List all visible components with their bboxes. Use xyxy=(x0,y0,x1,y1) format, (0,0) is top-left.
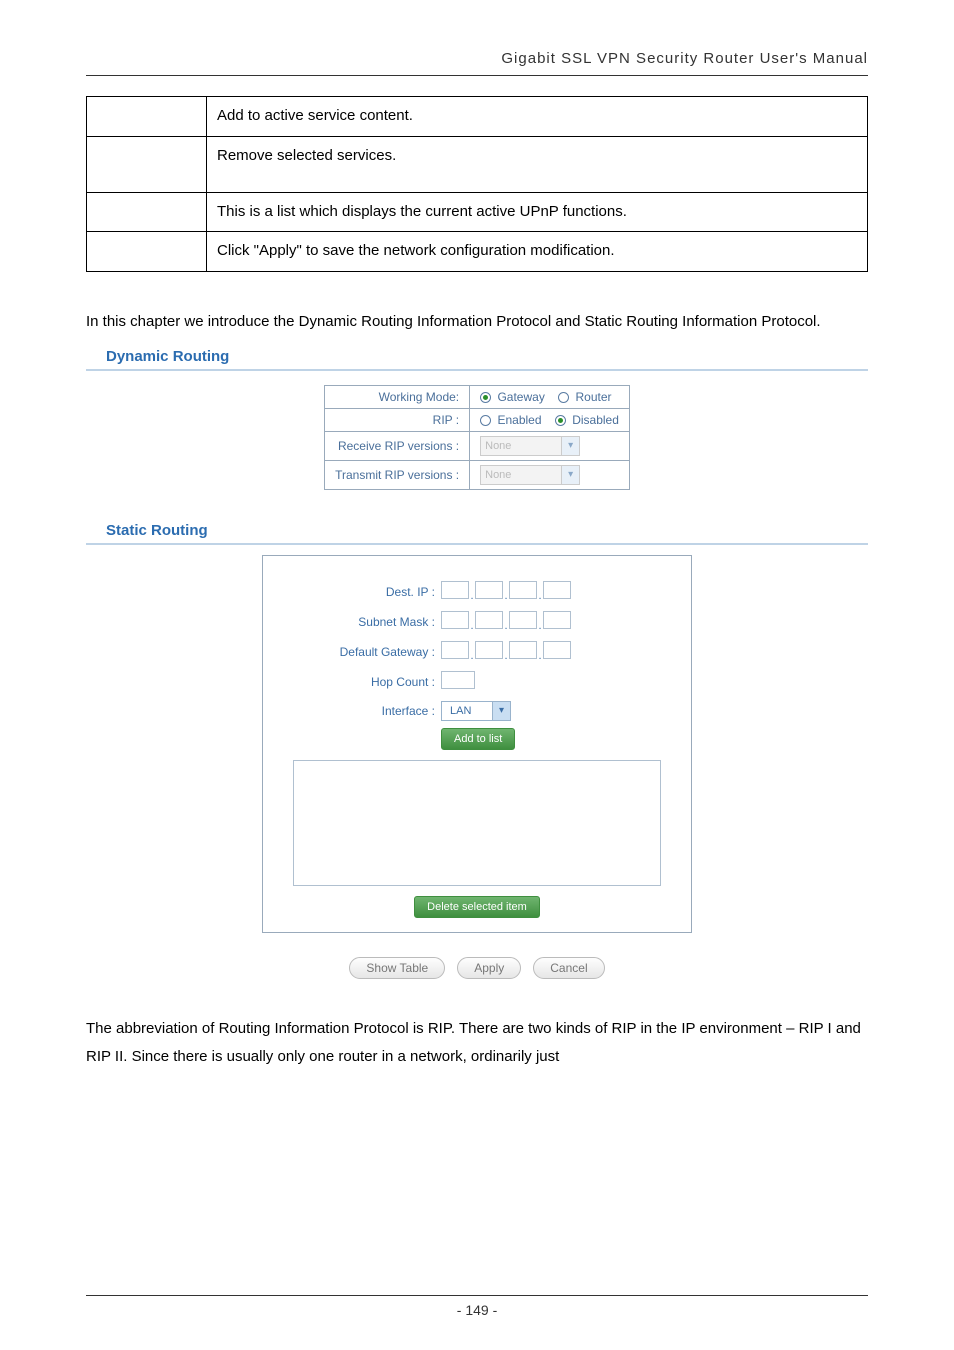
gateway-radio[interactable] xyxy=(480,392,491,403)
info-cell-right-3: Click "Apply" to save the network config… xyxy=(207,232,868,272)
gateway-octet-3[interactable] xyxy=(509,641,537,659)
default-gateway-label: Default Gateway : xyxy=(281,645,441,659)
gateway-octet-2[interactable] xyxy=(475,641,503,659)
routing-list[interactable] xyxy=(293,760,661,886)
subnet-mask-label: Subnet Mask : xyxy=(281,615,441,629)
chevron-down-icon: ▾ xyxy=(561,437,579,455)
dynamic-routing-heading: Dynamic Routing xyxy=(86,348,868,371)
dest-ip-octet-1[interactable] xyxy=(441,581,469,599)
hop-count-input[interactable] xyxy=(441,671,475,689)
chevron-down-icon: ▾ xyxy=(492,702,510,720)
receive-rip-value: None xyxy=(481,440,561,452)
rip-disabled-radio[interactable] xyxy=(555,415,566,426)
rip-enabled-label: Enabled xyxy=(497,413,541,427)
transmit-rip-select: None ▾ xyxy=(480,465,580,485)
info-cell-right-0: Add to active service content. xyxy=(207,97,868,137)
rip-disabled-label: Disabled xyxy=(572,413,619,427)
intro-paragraph: In this chapter we introduce the Dynamic… xyxy=(86,308,868,336)
subnet-octet-4[interactable] xyxy=(543,611,571,629)
interface-value: LAN xyxy=(442,705,492,717)
footer-paragraph: The abbreviation of Routing Information … xyxy=(86,1015,868,1071)
add-to-list-button[interactable]: Add to list xyxy=(441,728,515,750)
router-radio[interactable] xyxy=(558,392,569,403)
delete-selected-button[interactable]: Delete selected item xyxy=(414,896,540,918)
static-routing-heading: Static Routing xyxy=(86,522,868,545)
hop-count-label: Hop Count : xyxy=(281,675,441,689)
interface-label: Interface : xyxy=(281,704,441,718)
dest-ip-octet-3[interactable] xyxy=(509,581,537,599)
dest-ip-label: Dest. IP : xyxy=(281,585,441,599)
info-cell-left-1 xyxy=(87,136,207,192)
dynamic-routing-table: Working Mode: Gateway Router RIP : Enabl… xyxy=(324,385,630,490)
receive-rip-select: None ▾ xyxy=(480,436,580,456)
chevron-down-icon: ▾ xyxy=(561,466,579,484)
gateway-radio-label: Gateway xyxy=(497,390,544,404)
info-table: Add to active service content. Remove se… xyxy=(86,96,868,272)
subnet-octet-2[interactable] xyxy=(475,611,503,629)
info-cell-left-2 xyxy=(87,192,207,232)
gateway-octet-4[interactable] xyxy=(543,641,571,659)
page-header-title: Gigabit SSL VPN Security Router User's M… xyxy=(86,50,868,76)
cancel-button[interactable]: Cancel xyxy=(533,957,604,979)
apply-button[interactable]: Apply xyxy=(457,957,521,979)
transmit-rip-label: Transmit RIP versions : xyxy=(325,460,470,489)
info-cell-left-0 xyxy=(87,97,207,137)
static-routing-panel: Dest. IP : ... Subnet Mask : ... Default… xyxy=(262,555,692,933)
dest-ip-octet-4[interactable] xyxy=(543,581,571,599)
show-table-button[interactable]: Show Table xyxy=(349,957,445,979)
working-mode-label: Working Mode: xyxy=(325,385,470,408)
info-cell-right-1: Remove selected services. xyxy=(207,136,868,192)
subnet-octet-1[interactable] xyxy=(441,611,469,629)
info-cell-right-2: This is a list which displays the curren… xyxy=(207,192,868,232)
gateway-octet-1[interactable] xyxy=(441,641,469,659)
rip-enabled-radio[interactable] xyxy=(480,415,491,426)
page-number: - 149 - xyxy=(86,1295,868,1318)
interface-select[interactable]: LAN ▾ xyxy=(441,701,511,721)
receive-rip-label: Receive RIP versions : xyxy=(325,431,470,460)
dest-ip-octet-2[interactable] xyxy=(475,581,503,599)
rip-label: RIP : xyxy=(325,408,470,431)
transmit-rip-value: None xyxy=(481,469,561,481)
info-cell-left-3 xyxy=(87,232,207,272)
subnet-octet-3[interactable] xyxy=(509,611,537,629)
router-radio-label: Router xyxy=(576,390,612,404)
